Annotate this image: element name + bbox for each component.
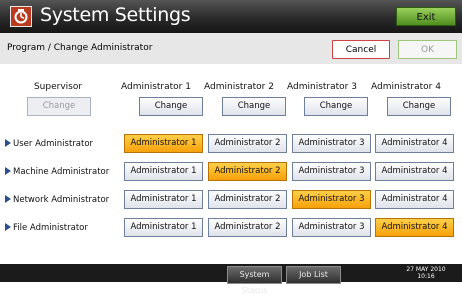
row-label-network-administrator: Network Administrator [5,195,109,205]
change-administrator-2-button[interactable]: Change [222,97,286,116]
title-bar: System Settings Exit [0,0,462,33]
column-header-supervisor: Supervisor [33,82,83,92]
settings-app-icon [10,6,32,27]
row-arrow-icon [5,167,11,175]
network-admin-option-1[interactable]: Administrator 1 [124,190,203,209]
column-header-administrator-3: Administrator 3 [287,82,357,92]
row-arrow-icon [5,139,11,147]
change-administrator-3-button[interactable]: Change [304,97,368,116]
change-supervisor-button[interactable]: Change [27,97,91,116]
column-header-administrator-1: Administrator 1 [121,82,191,92]
ok-button[interactable]: OK [398,40,457,59]
row-arrow-icon [5,223,11,231]
status-bar: System Status Job List 27 MAY 2010 10:16 [0,264,462,295]
row-label-user-administrator: User Administrator [5,139,93,149]
machine-admin-option-3[interactable]: Administrator 3 [292,162,371,181]
change-administrator-1-button[interactable]: Change [139,97,203,116]
file-admin-option-3[interactable]: Administrator 3 [292,218,371,237]
time-text: 10:16 [417,273,435,280]
job-list-button[interactable]: Job List [286,266,341,284]
network-admin-option-3[interactable]: Administrator 3 [292,190,371,209]
header-bar: Program / Change Administrator Cancel OK [0,33,462,65]
row-arrow-icon [5,195,11,203]
file-admin-option-2[interactable]: Administrator 2 [208,218,287,237]
column-header-administrator-4: Administrator 4 [371,82,441,92]
network-admin-option-2[interactable]: Administrator 2 [208,190,287,209]
machine-admin-option-4[interactable]: Administrator 4 [375,162,454,181]
machine-admin-option-1[interactable]: Administrator 1 [124,162,203,181]
admin-assignment-panel: Supervisor Administrator 1 Administrator… [0,64,462,264]
file-admin-option-1[interactable]: Administrator 1 [124,218,203,237]
date-time-display: 27 MAY 2010 10:16 [396,266,456,280]
user-admin-option-4[interactable]: Administrator 4 [375,134,454,153]
network-admin-option-4[interactable]: Administrator 4 [375,190,454,209]
system-status-button[interactable]: System Status [227,266,282,295]
file-admin-option-4[interactable]: Administrator 4 [375,218,454,237]
user-admin-option-3[interactable]: Administrator 3 [292,134,371,153]
window-title: System Settings [40,4,191,26]
machine-admin-option-2[interactable]: Administrator 2 [208,162,287,181]
date-text: 27 MAY 2010 [406,266,446,273]
column-header-administrator-2: Administrator 2 [204,82,274,92]
page-title: Program / Change Administrator [7,43,153,53]
cancel-button[interactable]: Cancel [332,40,390,59]
change-administrator-4-button[interactable]: Change [387,97,451,116]
user-admin-option-2[interactable]: Administrator 2 [208,134,287,153]
row-label-machine-administrator: Machine Administrator [5,167,109,177]
exit-button[interactable]: Exit [396,7,456,26]
user-admin-option-1[interactable]: Administrator 1 [124,134,203,153]
row-label-file-administrator: File Administrator [5,223,88,233]
